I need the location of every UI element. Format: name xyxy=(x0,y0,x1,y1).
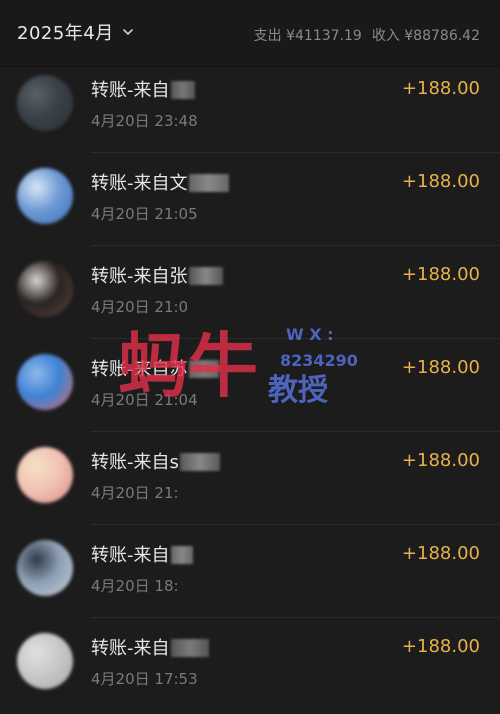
transaction-amount: +188.00 xyxy=(401,450,480,471)
transaction-amount: +188.00 xyxy=(401,264,480,285)
transaction-row[interactable]: 转账-来自 4月20日 23:48 +188.00 xyxy=(0,60,500,153)
redacted-name xyxy=(188,174,229,192)
transaction-row[interactable]: 转账-来自 4月20日 17:53 +188.00 xyxy=(0,618,500,711)
transaction-title: 转账-来自 xyxy=(91,634,209,660)
transaction-date: 4月20日 21: xyxy=(91,484,179,502)
transaction-amount: +188.00 xyxy=(401,171,480,192)
transaction-amount: +188.00 xyxy=(401,543,480,564)
income-total: 收入 ¥88786.42 xyxy=(371,28,480,44)
transaction-date: 4月20日 21:04 xyxy=(91,391,198,409)
transaction-row[interactable]: 转账-来自文 4月20日 21:05 +188.00 xyxy=(0,153,500,246)
transaction-amount: +188.00 xyxy=(401,78,480,99)
transaction-date: 4月20日 17:53 xyxy=(91,670,198,688)
transaction-title: 转账-来自文 xyxy=(91,169,229,195)
transaction-row[interactable]: 转账-来自s 4月20日 21: +188.00 xyxy=(0,432,500,525)
transaction-title: 转账-来自苏 xyxy=(91,355,219,381)
transaction-amount: +188.00 xyxy=(401,357,480,378)
transaction-title: 转账-来自张 xyxy=(91,262,223,288)
redacted-name xyxy=(170,81,195,99)
avatar xyxy=(17,261,73,317)
redacted-name xyxy=(170,639,209,657)
redacted-name xyxy=(188,267,223,285)
transaction-row[interactable]: 转账-来自张 4月20日 21:0 +188.00 xyxy=(0,246,500,339)
transaction-amount: +188.00 xyxy=(401,636,480,657)
transaction-date: 4月20日 21:05 xyxy=(91,205,198,223)
month-picker[interactable]: 2025年4月 xyxy=(17,19,134,45)
transaction-row[interactable]: 转账-来自苏 4月20日 21:04 +188.00 xyxy=(0,339,500,432)
transaction-date: 4月20日 18: xyxy=(91,577,179,595)
transaction-title: 转账-来自 xyxy=(91,76,195,102)
avatar xyxy=(17,354,73,410)
transaction-title: 转账-来自 xyxy=(91,541,193,567)
expense-total: 支出 ¥41137.19 xyxy=(253,28,362,44)
header-bar: 2025年4月 支出 ¥41137.19 收入 ¥88786.42 xyxy=(0,0,500,67)
redacted-name xyxy=(188,360,219,378)
transaction-title: 转账-来自s xyxy=(91,448,220,474)
monthly-summary: 支出 ¥41137.19 收入 ¥88786.42 xyxy=(254,25,480,45)
transaction-row[interactable]: 转账-来自 4月20日 18: +188.00 xyxy=(0,525,500,618)
redacted-name xyxy=(179,453,220,471)
redacted-name xyxy=(170,546,193,564)
avatar xyxy=(17,168,73,224)
avatar xyxy=(17,633,73,689)
chevron-down-icon xyxy=(122,29,133,35)
avatar xyxy=(17,75,73,131)
avatar xyxy=(17,540,73,596)
month-label: 2025年4月 xyxy=(17,23,114,44)
transaction-date: 4月20日 21:0 xyxy=(91,298,189,316)
transaction-date: 4月20日 23:48 xyxy=(91,112,198,130)
avatar xyxy=(17,447,73,503)
